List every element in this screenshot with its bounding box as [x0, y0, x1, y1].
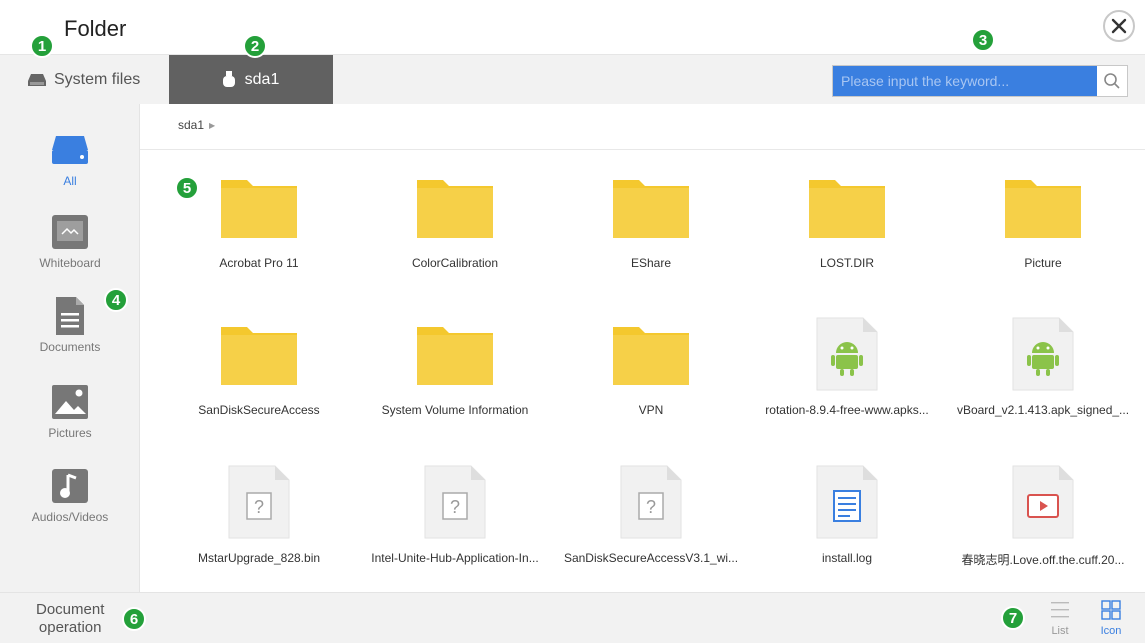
breadcrumb-item: sda1 [178, 118, 205, 132]
folder-icon [217, 168, 301, 246]
breadcrumb-bar: sda1 ▶ [140, 104, 1145, 150]
picture-icon [50, 382, 90, 422]
file-name: LOST.DIR [819, 256, 874, 270]
annotation-badge-6: 6 [122, 607, 146, 631]
icon-view-label: Icon [1100, 625, 1122, 637]
file-item-folder[interactable]: System Volume Information [357, 315, 553, 435]
sidebar-item-label: All [63, 174, 77, 188]
search-box [832, 65, 1128, 97]
file-name: 春晓志明.Love.off.the.cuff.20... [961, 553, 1125, 567]
file-item-folder[interactable]: LOST.DIR [749, 168, 945, 288]
file-name: Intel-Unite-Hub-Application-In... [371, 551, 539, 565]
file-grid: Acrobat Pro 11 ColorCalibration EShare L… [140, 150, 1145, 592]
file-name: SanDiskSecureAccessV3.1_wi... [563, 551, 739, 565]
android-apk-icon [805, 315, 889, 393]
file-item-unknown[interactable]: ? SanDiskSecureAccessV3.1_wi... [553, 463, 749, 583]
file-item-apk[interactable]: rotation-8.9.4-free-www.apks... [749, 315, 945, 435]
document-operation-label: Document operation [36, 601, 105, 636]
tab-system-files[interactable]: System files [14, 55, 164, 105]
file-name: rotation-8.9.4-free-www.apks... [765, 403, 929, 417]
document-operation-button[interactable]: Document operation [36, 601, 104, 637]
tab-sda1[interactable]: sda1 [169, 55, 333, 105]
sidebar: All Whiteboard Documents Pictures Audios… [0, 104, 140, 592]
sidebar-item-label: Whiteboard [39, 256, 101, 270]
annotation-badge-2: 2 [243, 34, 267, 58]
file-item-folder[interactable]: EShare [553, 168, 749, 288]
search-icon [1104, 73, 1120, 89]
file-item-folder[interactable]: SanDiskSecureAccess [161, 315, 357, 435]
bottom-bar: Document operation List Icon [0, 592, 1145, 643]
unknown-file-icon: ? [609, 463, 693, 541]
tab-bar: System files sda1 [0, 54, 1145, 105]
folder-icon [217, 315, 301, 393]
video-file-icon [1001, 463, 1085, 541]
file-name: install.log [821, 551, 873, 565]
list-icon [1051, 602, 1069, 618]
folder-icon [413, 315, 497, 393]
usb-icon [222, 71, 235, 87]
grid-icon [1101, 600, 1121, 620]
folder-icon [1001, 168, 1085, 246]
file-name: MstarUpgrade_828.bin [197, 551, 321, 565]
chevron-right-icon: ▶ [209, 120, 216, 130]
file-item-unknown[interactable]: ? MstarUpgrade_828.bin [161, 463, 357, 583]
sidebar-item-all[interactable]: All [0, 130, 140, 210]
annotation-badge-4: 4 [104, 288, 128, 312]
unknown-file-icon: ? [413, 463, 497, 541]
file-item-unknown[interactable]: ? Intel-Unite-Hub-Application-In... [357, 463, 553, 583]
window-title: Folder [64, 16, 127, 41]
tab-label: sda1 [244, 71, 280, 88]
svg-text:?: ? [450, 497, 460, 517]
annotation-badge-5: 5 [175, 176, 199, 200]
music-icon [50, 466, 90, 506]
folder-window: Folder System files sda1 All [0, 0, 1145, 643]
annotation-badge-7: 7 [1001, 606, 1025, 630]
list-view-button[interactable]: List [1040, 599, 1080, 643]
breadcrumb[interactable]: sda1 ▶ [178, 118, 215, 132]
android-apk-icon [1001, 315, 1085, 393]
folder-icon [609, 168, 693, 246]
file-name: Acrobat Pro 11 [219, 256, 299, 270]
annotation-badge-3: 3 [971, 28, 995, 52]
whiteboard-icon [50, 212, 90, 252]
document-icon [50, 296, 90, 336]
list-view-label: List [1051, 625, 1069, 637]
close-icon [1111, 18, 1127, 34]
sidebar-item-audios-videos[interactable]: Audios/Videos [0, 466, 140, 546]
file-item-video[interactable]: 春晓志明.Love.off.the.cuff.20... [945, 463, 1141, 583]
folder-icon [609, 315, 693, 393]
annotation-badge-1: 1 [30, 34, 54, 58]
sidebar-item-pictures[interactable]: Pictures [0, 382, 140, 462]
file-item-folder[interactable]: Picture [945, 168, 1141, 288]
sidebar-item-whiteboard[interactable]: Whiteboard [0, 212, 140, 292]
folder-icon [805, 168, 889, 246]
file-item-apk[interactable]: vBoard_v2.1.413.apk_signed_... [945, 315, 1141, 435]
file-item-text[interactable]: install.log [749, 463, 945, 583]
sidebar-item-label: Documents [39, 340, 101, 354]
file-name: EShare [630, 256, 672, 270]
sidebar-item-label: Audios/Videos [31, 510, 109, 524]
search-button[interactable] [1097, 66, 1127, 96]
folder-icon [413, 168, 497, 246]
hard-drive-icon [28, 74, 46, 86]
file-name: VPN [638, 403, 664, 417]
close-button[interactable] [1103, 10, 1135, 42]
svg-text:?: ? [646, 497, 656, 517]
file-name: vBoard_v2.1.413.apk_signed_... [956, 403, 1130, 417]
file-item-folder[interactable]: ColorCalibration [357, 168, 553, 288]
search-input[interactable] [833, 66, 1098, 96]
text-file-icon [805, 463, 889, 541]
file-name: SanDiskSecureAccess [198, 403, 320, 417]
file-name: System Volume Information [381, 403, 529, 417]
sidebar-item-label: Pictures [48, 426, 92, 440]
file-name: ColorCalibration [411, 256, 499, 270]
drive-icon [50, 130, 90, 170]
tab-label: System files [54, 71, 141, 88]
file-item-folder[interactable]: VPN [553, 315, 749, 435]
file-name: Picture [1024, 256, 1062, 270]
svg-text:?: ? [254, 497, 264, 517]
icon-view-button[interactable]: Icon [1091, 599, 1131, 643]
unknown-file-icon: ? [217, 463, 301, 541]
